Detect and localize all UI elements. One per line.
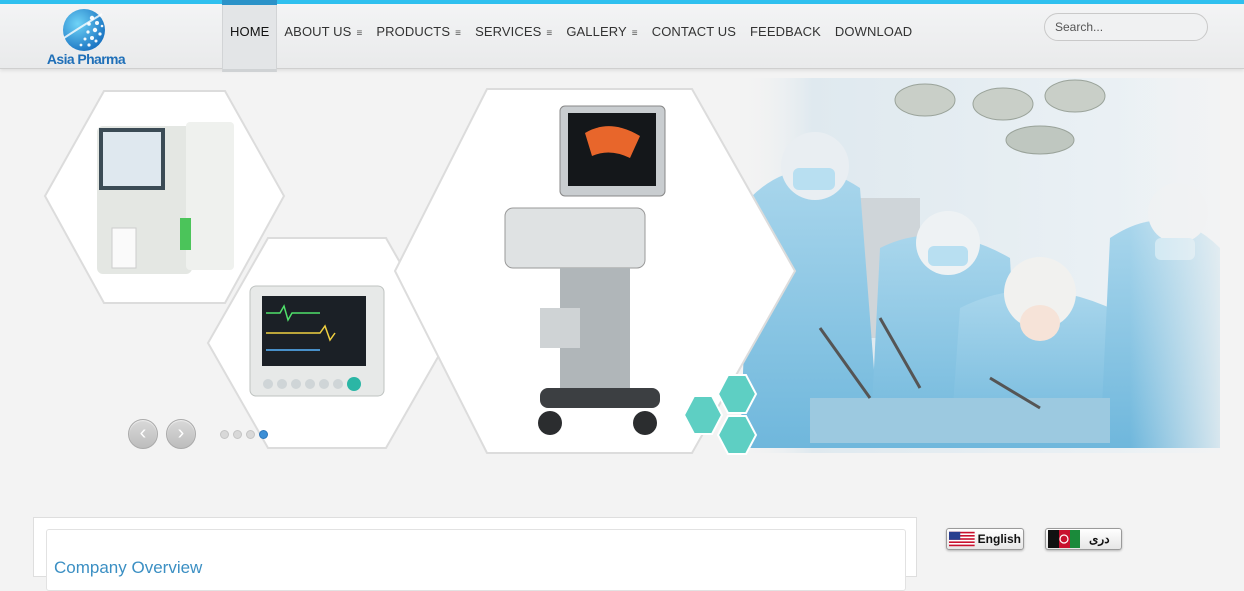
nav-item-label: CONTACT US [651,24,737,39]
slider-dot[interactable] [233,430,242,439]
surgical-team-image [740,78,1244,468]
nav-item-label: GALLERY [566,24,627,39]
nav-item-contact-us[interactable]: CONTACT US [645,4,743,58]
nav-item-feedback[interactable]: FEEDBACK [743,4,828,58]
brand-logo[interactable]: Asia Pharma [34,8,138,68]
slider-dot[interactable] [246,430,255,439]
panel-title: Company Overview [54,558,203,577]
hero-slide-image [43,78,1244,468]
main-nav: HOME ABOUT US ≡ PRODUCTS ≡ SERVICES ≡ GALLERY ≡ C… [222,0,919,78]
nav-item-label: DOWNLOAD [834,24,913,39]
menu-lines-icon: ≡ [356,28,363,39]
slider-dot[interactable] [220,430,229,439]
nav-item-home[interactable]: HOME [222,0,278,72]
nav-item-download[interactable]: DOWNLOAD [828,4,919,58]
menu-lines-icon: ≡ [455,28,462,39]
menu-lines-icon: ≡ [631,28,638,39]
menu-lines-icon: ≡ [546,28,553,39]
nav-item-services[interactable]: SERVICES ≡ [468,4,559,58]
language-label-dari: دری [1089,532,1110,546]
nav-item-label: SERVICES [475,24,542,39]
site-header: Asia Pharma HOME ABOUT US ≡ PRODUCTS ≡ SERVIC… [0,0,1244,72]
hero-slider [0,78,1244,468]
language-label-english: English [977,532,1021,546]
search-input[interactable] [1044,13,1208,41]
globe-logo-icon [63,9,105,51]
nav-item-label: PRODUCTS [376,24,451,39]
nav-item-label: FEEDBACK [750,24,821,39]
chevron-right-icon: › [177,422,185,444]
afghanistan-flag-icon [1048,530,1080,548]
chevron-left-icon: ‹ [139,422,147,444]
nav-item-gallery[interactable]: GALLERY ≡ [559,4,644,58]
company-overview-panel: Company Overview [33,517,917,591]
brand-name: Asia Pharma [46,51,126,67]
language-dari-button[interactable]: دری [1045,528,1122,550]
nav-item-label: ABOUT US [284,24,352,39]
slider-pagination [220,430,268,439]
slider-prev-button[interactable]: ‹ [128,419,158,449]
nav-item-about-us[interactable]: ABOUT US ≡ [277,4,369,58]
slider-next-button[interactable]: › [166,419,196,449]
nav-item-label: HOME [230,24,270,39]
language-english-button[interactable]: English [946,528,1024,550]
us-flag-icon [949,531,975,547]
slider-dot[interactable] [259,430,268,439]
company-overview-box: Company Overview [46,529,906,591]
nav-item-products[interactable]: PRODUCTS ≡ [369,4,468,58]
